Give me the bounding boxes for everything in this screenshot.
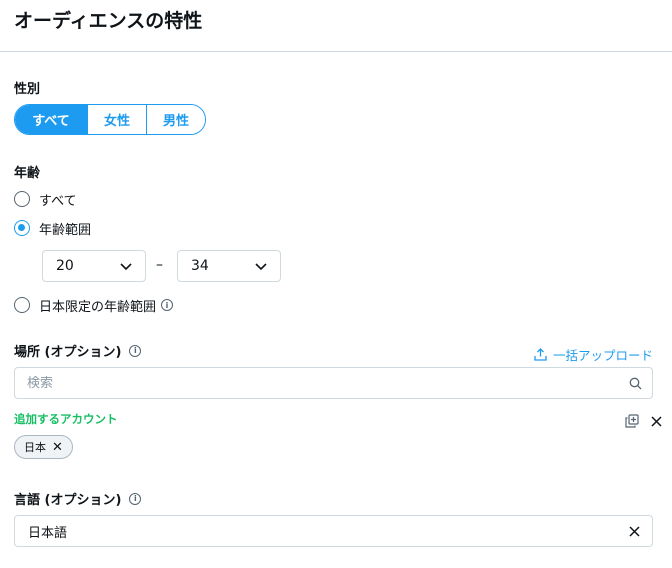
copy-icon bbox=[624, 413, 639, 428]
language-label: 言語 (オプション) bbox=[14, 493, 122, 508]
gender-segmented-control: すべて 女性 男性 bbox=[14, 104, 206, 135]
close-icon bbox=[650, 415, 662, 427]
page-title: オーディエンスの特性 bbox=[14, 10, 203, 32]
language-value: 日本語 bbox=[28, 525, 68, 541]
age-all-label: すべて bbox=[39, 193, 77, 209]
info-icon[interactable]: i bbox=[129, 344, 142, 357]
radio-button[interactable] bbox=[14, 191, 30, 207]
close-icon[interactable] bbox=[629, 525, 640, 537]
copy-button[interactable] bbox=[624, 413, 639, 428]
age-from-value: 20 bbox=[56, 258, 74, 274]
language-field[interactable]: 日本語 bbox=[14, 515, 653, 547]
chevron-down-icon bbox=[120, 263, 132, 271]
age-range-label: 年齢範囲 bbox=[39, 222, 92, 238]
bulk-upload-label: 一括アップロード bbox=[552, 348, 653, 363]
gender-female-button[interactable]: 女性 bbox=[88, 105, 147, 134]
search-icon bbox=[629, 377, 642, 389]
radio-button[interactable] bbox=[14, 297, 30, 313]
location-search-input[interactable] bbox=[27, 375, 629, 391]
age-to-select[interactable]: 34 bbox=[177, 250, 281, 282]
radio-button-checked[interactable] bbox=[14, 220, 30, 236]
age-all-radio[interactable]: すべて bbox=[14, 190, 77, 209]
location-label-row: 場所 (オプション) i bbox=[14, 341, 142, 360]
location-label: 場所 (オプション) bbox=[14, 345, 122, 360]
language-label-row: 言語 (オプション) i bbox=[14, 489, 142, 508]
age-japan-range-radio[interactable]: 日本限定の年齢範囲 i bbox=[14, 296, 174, 315]
age-japan-range-label: 日本限定の年齢範囲 bbox=[39, 299, 157, 315]
age-label: 年齢 bbox=[14, 166, 41, 181]
divider bbox=[0, 51, 672, 52]
info-icon[interactable]: i bbox=[161, 299, 174, 311]
gender-male-button[interactable]: 男性 bbox=[147, 105, 205, 134]
gender-all-button[interactable]: すべて bbox=[15, 105, 88, 134]
upload-icon bbox=[534, 348, 547, 361]
info-icon[interactable]: i bbox=[129, 492, 142, 505]
gender-label: 性別 bbox=[14, 82, 41, 97]
location-chip-label: 日本 bbox=[24, 441, 46, 454]
close-icon[interactable]: ✕ bbox=[52, 441, 63, 454]
location-chip: 日本 ✕ bbox=[14, 435, 73, 459]
added-accounts-label: 追加するアカウント bbox=[14, 412, 118, 426]
bulk-upload-button[interactable]: 一括アップロード bbox=[534, 345, 653, 364]
clear-all-button[interactable] bbox=[649, 414, 663, 428]
age-to-value: 34 bbox=[191, 258, 209, 274]
age-range-separator: – bbox=[156, 257, 163, 273]
location-search-field[interactable] bbox=[14, 367, 653, 399]
chevron-down-icon bbox=[255, 263, 267, 271]
age-from-select[interactable]: 20 bbox=[42, 250, 146, 282]
age-range-radio[interactable]: 年齢範囲 bbox=[14, 219, 92, 238]
